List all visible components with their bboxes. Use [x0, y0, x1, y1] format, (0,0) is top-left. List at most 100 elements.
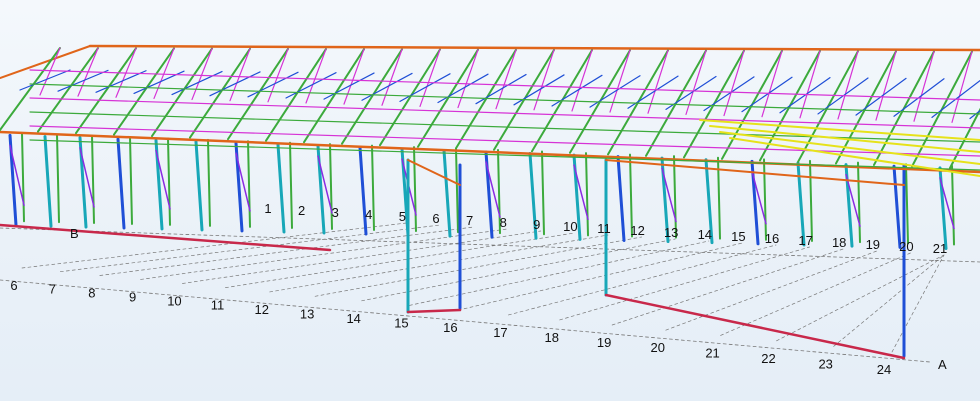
grid-row-label-b: B	[70, 226, 79, 241]
grid-label-back: 6	[432, 211, 439, 226]
roof-truss-chord	[189, 47, 251, 139]
grid-row-label-a: A	[938, 357, 947, 372]
column	[442, 149, 452, 238]
roof-truss-chord	[113, 47, 175, 136]
grid-label-front: 6	[10, 278, 17, 293]
grid-label-front: 22	[761, 351, 775, 366]
roof-truss-chord	[75, 47, 137, 135]
roof-truss-chord	[151, 47, 213, 138]
roof-purlin	[29, 69, 980, 101]
grid-label-back: 2	[298, 203, 305, 218]
grid-label-back: 8	[500, 215, 507, 230]
column-pair	[455, 147, 459, 234]
grid-label-back: 21	[933, 241, 947, 256]
grid-axis-line	[99, 226, 474, 276]
grid-label-back: 13	[664, 225, 678, 240]
grid-labels-layer: B A 6 7 8 9 10 11 12 13 14 15 16 17 18 19 20 21 22 23 241 2…	[10, 201, 947, 377]
grid-axis-line	[776, 254, 945, 342]
grid-label-front: 15	[394, 315, 408, 330]
grid-label-front: 13	[300, 306, 314, 321]
grid-label-back: 18	[832, 235, 846, 250]
roof-bracing	[913, 50, 935, 122]
grid-label-back: 19	[866, 237, 880, 252]
roof-bracing	[875, 50, 897, 121]
purlin-yellow	[729, 137, 980, 177]
column-pair	[91, 134, 95, 224]
grid-label-front: 23	[818, 356, 832, 371]
column-pair	[905, 163, 909, 245]
gable-edge	[0, 45, 91, 79]
ridge-beam	[88, 44, 980, 52]
roof-truss-chord	[303, 48, 365, 144]
column-pair	[763, 158, 767, 241]
roof-truss-chord	[341, 48, 403, 145]
structural-3d-viewport[interactable]: B A 6 7 8 9 10 11 12 13 14 15 16 17 18 19 20 21 22 23 24 1 2…	[0, 0, 980, 401]
roof-truss-chord	[0, 47, 61, 131]
steel-structure-model[interactable]: B A 6 7 8 9 10 11 12 13 14 15 16 17 18 19 20 21 22 23 241 2…	[0, 0, 980, 401]
grid-axis-line	[409, 240, 710, 306]
grid-label-front: 19	[597, 335, 611, 350]
grid-axis-line	[720, 252, 911, 336]
column	[616, 155, 626, 242]
grid-axis-line	[314, 236, 642, 297]
column	[892, 164, 902, 249]
grid-axis-line	[891, 254, 945, 353]
column-pair	[585, 152, 589, 237]
column	[194, 140, 204, 232]
grid-label-front: 21	[705, 345, 719, 360]
roof-truss-chord	[265, 48, 327, 142]
grid-label-back: 4	[365, 207, 372, 222]
grid-label-back: 11	[597, 221, 611, 236]
grid-axis-line	[140, 228, 508, 280]
roof-truss-chord	[227, 47, 289, 141]
grid-label-front: 24	[877, 362, 891, 377]
grid-label-back: 9	[533, 217, 540, 232]
column-pair	[289, 141, 293, 229]
grid-label-back: 10	[563, 219, 577, 234]
roof-purlin-diag	[247, 71, 299, 98]
column-pair	[857, 161, 861, 244]
grid-label-back: 3	[332, 205, 339, 220]
column	[276, 143, 286, 234]
grid-row-line-a	[0, 279, 931, 363]
grid-label-back: 17	[798, 233, 812, 248]
grid-label-back: 15	[731, 229, 745, 244]
grid-label-front: 17	[493, 325, 507, 340]
grid-label-back: 16	[765, 231, 779, 246]
column-pair	[413, 146, 417, 233]
grid-label-front: 10	[167, 293, 181, 308]
column-pair	[541, 150, 545, 236]
column-pair	[21, 132, 25, 223]
grid-label-back: 5	[399, 209, 406, 224]
grid-axis-line	[559, 246, 810, 321]
grid-label-back: 20	[899, 239, 913, 254]
column-pair	[809, 159, 813, 242]
column-pair	[56, 133, 60, 224]
grid-label-front: 7	[49, 282, 56, 297]
column-pair	[951, 164, 955, 246]
roof-purlin	[29, 97, 980, 129]
grid-label-front: 8	[88, 286, 95, 301]
grid-label-front: 16	[443, 320, 457, 335]
grid-label-front: 18	[544, 330, 558, 345]
grid-axis-line	[508, 244, 777, 316]
column	[43, 135, 53, 228]
grid-axis-line	[21, 222, 407, 269]
grid-label-back: 7	[466, 213, 473, 228]
bay-base-beam	[406, 308, 462, 314]
grid-label-back: 14	[698, 227, 712, 242]
grid-axis-line	[833, 254, 945, 347]
column-pair	[247, 140, 251, 228]
roof-purlin-diag	[285, 72, 337, 99]
roof-bracing	[837, 50, 859, 120]
roof-truss-chord	[379, 48, 441, 147]
column-pair	[167, 137, 171, 226]
grid-label-front: 11	[211, 298, 225, 313]
grid-label-back: 1	[264, 201, 271, 216]
grid-axis-line	[665, 250, 878, 331]
grid-axis-line	[182, 230, 542, 284]
steel-frame-layer[interactable]	[0, 44, 980, 360]
roof-purlin-diag	[19, 69, 71, 91]
roof-purlin-diag	[57, 69, 109, 92]
grid-label-front: 14	[346, 311, 360, 326]
